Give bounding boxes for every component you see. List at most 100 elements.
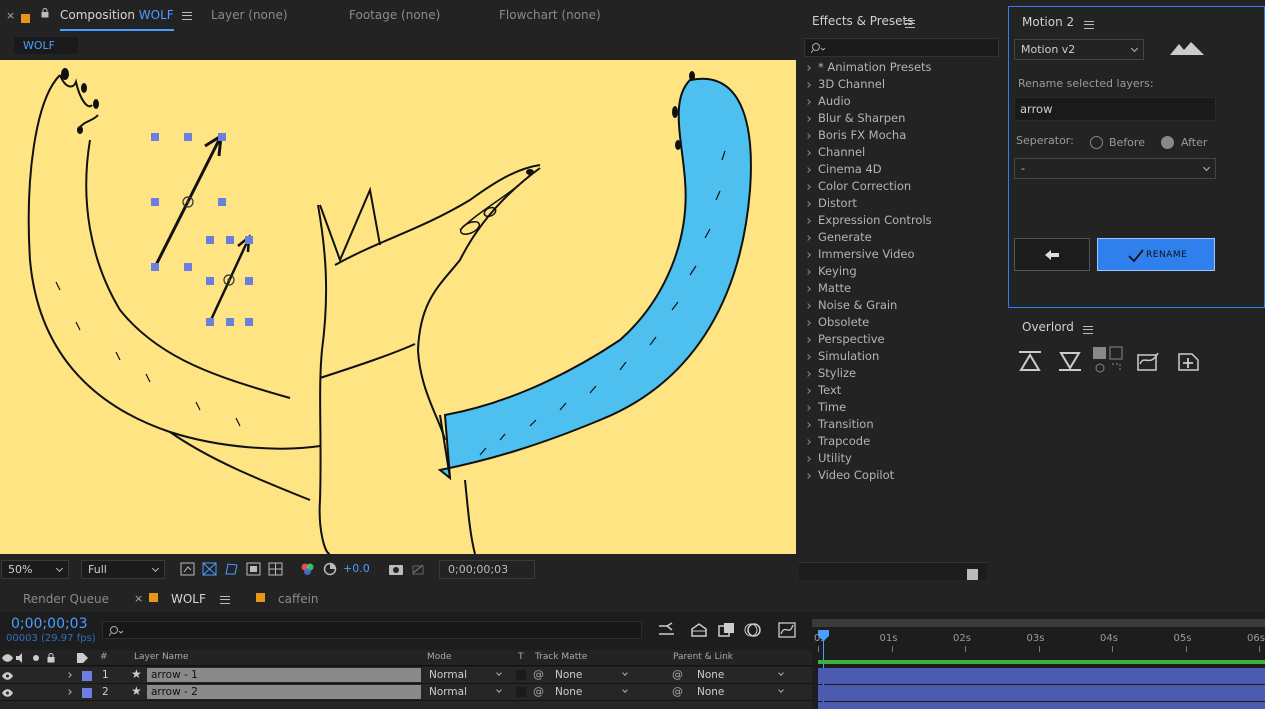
preserve-transparency-checkbox[interactable]	[516, 670, 526, 680]
add-layer-icon[interactable]	[1176, 350, 1202, 372]
layer-name[interactable]: arrow - 2	[147, 685, 421, 699]
spiral-link-icon[interactable]: @	[533, 685, 544, 698]
separator-select[interactable]: -	[1014, 158, 1216, 179]
chevron-right-icon[interactable]	[66, 672, 72, 678]
layer-name[interactable]: arrow - 1	[147, 668, 421, 682]
rename-input[interactable]: arrow	[1014, 97, 1216, 121]
eye-icon[interactable]	[2, 689, 13, 697]
effects-category[interactable]: Color Correction	[799, 178, 911, 195]
tab-layer[interactable]: Layer (none)	[211, 0, 288, 30]
effects-category[interactable]: Blur & Sharpen	[799, 110, 905, 127]
layer-bar[interactable]	[818, 685, 1265, 701]
layer-bar[interactable]	[818, 702, 1265, 709]
mask-visibility-icon[interactable]	[224, 562, 239, 576]
parent-select[interactable]: None	[697, 668, 789, 682]
tab-wolf-timeline[interactable]: WOLF	[171, 586, 230, 612]
table-row[interactable]	[0, 701, 812, 709]
effects-category[interactable]: Obsolete	[799, 314, 869, 331]
playhead-icon[interactable]	[818, 630, 829, 642]
effects-category[interactable]: 3D Channel	[799, 76, 885, 93]
transform-handle[interactable]	[151, 198, 159, 206]
tab-composition[interactable]: Composition WOLF	[60, 0, 192, 30]
zoom-select[interactable]: 50%	[1, 560, 69, 579]
transform-handle[interactable]	[218, 133, 226, 141]
panel-menu-icon[interactable]	[219, 596, 230, 604]
column-layer-name[interactable]: Layer Name	[134, 652, 189, 662]
transform-handle[interactable]	[206, 318, 214, 326]
effects-category[interactable]: Text	[799, 382, 841, 399]
panel-menu-icon[interactable]	[905, 20, 915, 28]
resolution-select[interactable]: Full	[81, 560, 165, 579]
transform-handle[interactable]	[218, 198, 226, 206]
chevron-right-icon[interactable]	[66, 689, 72, 695]
effects-category[interactable]: Immersive Video	[799, 246, 915, 263]
work-area-bar[interactable]	[812, 619, 1265, 627]
close-tab-icon[interactable]: ×	[6, 9, 15, 22]
overlord-path-icon[interactable]	[1136, 350, 1162, 372]
track-matte-select[interactable]: None	[555, 668, 633, 682]
effects-category[interactable]: Time	[799, 399, 846, 416]
audio-icon[interactable]	[16, 653, 26, 663]
timeline-search-input[interactable]	[102, 621, 642, 639]
mountain-logo-icon[interactable]	[1169, 40, 1205, 56]
effects-search-input[interactable]	[804, 38, 999, 57]
transform-handle[interactable]	[151, 263, 159, 271]
effects-category[interactable]: Video Copilot	[799, 467, 894, 484]
lock-icon[interactable]	[41, 8, 49, 18]
effects-category[interactable]: Channel	[799, 144, 865, 161]
transform-handle[interactable]	[184, 263, 192, 271]
effects-category[interactable]: Distort	[799, 195, 857, 212]
current-time-display[interactable]: 0;00;00;03	[439, 560, 535, 579]
time-ruler[interactable]: 0s 01s 02s 03s 04s 05s 06s	[812, 616, 1265, 654]
layer-label-color[interactable]	[82, 688, 92, 698]
effects-category[interactable]: Generate	[799, 229, 872, 246]
eye-icon[interactable]	[2, 654, 13, 662]
back-button[interactable]	[1014, 238, 1090, 271]
effects-category[interactable]: Matte	[799, 280, 851, 297]
grid-guides-icon[interactable]	[268, 562, 283, 576]
preserve-transparency-checkbox[interactable]	[516, 687, 526, 697]
table-row[interactable]: 1 ★ arrow - 1 Normal @ None @ None	[0, 667, 812, 684]
parent-pickwhip-icon[interactable]: @	[672, 685, 683, 698]
timeline-current-time[interactable]: 0;00;00;03	[11, 616, 88, 632]
label-tag-icon[interactable]	[77, 653, 88, 663]
effects-category[interactable]: Expression Controls	[799, 212, 932, 229]
effects-category[interactable]: Trapcode	[799, 433, 870, 450]
panel-menu-icon[interactable]	[1084, 21, 1094, 29]
transform-handle[interactable]	[206, 277, 214, 285]
effects-category[interactable]: Stylize	[799, 365, 856, 382]
tab-render-queue[interactable]: Render Queue	[23, 586, 109, 612]
fast-preview-icon[interactable]	[180, 562, 195, 576]
region-of-interest-icon[interactable]	[246, 562, 261, 576]
solo-icon[interactable]	[33, 655, 39, 661]
after-radio[interactable]	[1161, 136, 1174, 149]
transparency-grid-icon[interactable]	[202, 562, 217, 576]
effects-category[interactable]: Utility	[799, 450, 852, 467]
transform-handle[interactable]	[226, 236, 234, 244]
effects-category[interactable]: Noise & Grain	[799, 297, 897, 314]
graph-editor-icon[interactable]	[778, 621, 796, 639]
tab-footage[interactable]: Footage (none)	[349, 0, 440, 30]
frame-blending-icon[interactable]	[718, 622, 736, 638]
draft-3d-icon[interactable]	[690, 622, 708, 638]
track-matte-select[interactable]: None	[555, 685, 633, 699]
layer-bar[interactable]	[818, 668, 1265, 684]
table-row[interactable]: 2 ★ arrow - 2 Normal @ None @ None	[0, 684, 812, 701]
blend-mode-select[interactable]: Normal	[429, 685, 507, 699]
panel-menu-icon[interactable]	[181, 12, 192, 20]
overlord-options-icon[interactable]	[1092, 346, 1124, 376]
transform-handle[interactable]	[245, 318, 253, 326]
lock-icon[interactable]	[47, 653, 55, 663]
tab-caffein[interactable]: caffein	[278, 586, 319, 612]
effects-category[interactable]: Audio	[799, 93, 851, 110]
channels-icon[interactable]	[300, 562, 315, 576]
motion-tool-select[interactable]: Motion v2	[1014, 39, 1144, 60]
parent-pickwhip-icon[interactable]: @	[672, 668, 683, 681]
breadcrumb-wolf[interactable]: WOLF	[14, 37, 78, 54]
effects-category[interactable]: Keying	[799, 263, 857, 280]
effects-category[interactable]: Boris FX Mocha	[799, 127, 906, 144]
show-snapshot-icon[interactable]	[410, 562, 426, 576]
transform-handle[interactable]	[206, 236, 214, 244]
parent-select[interactable]: None	[697, 685, 789, 699]
snapshot-icon[interactable]	[388, 562, 404, 576]
